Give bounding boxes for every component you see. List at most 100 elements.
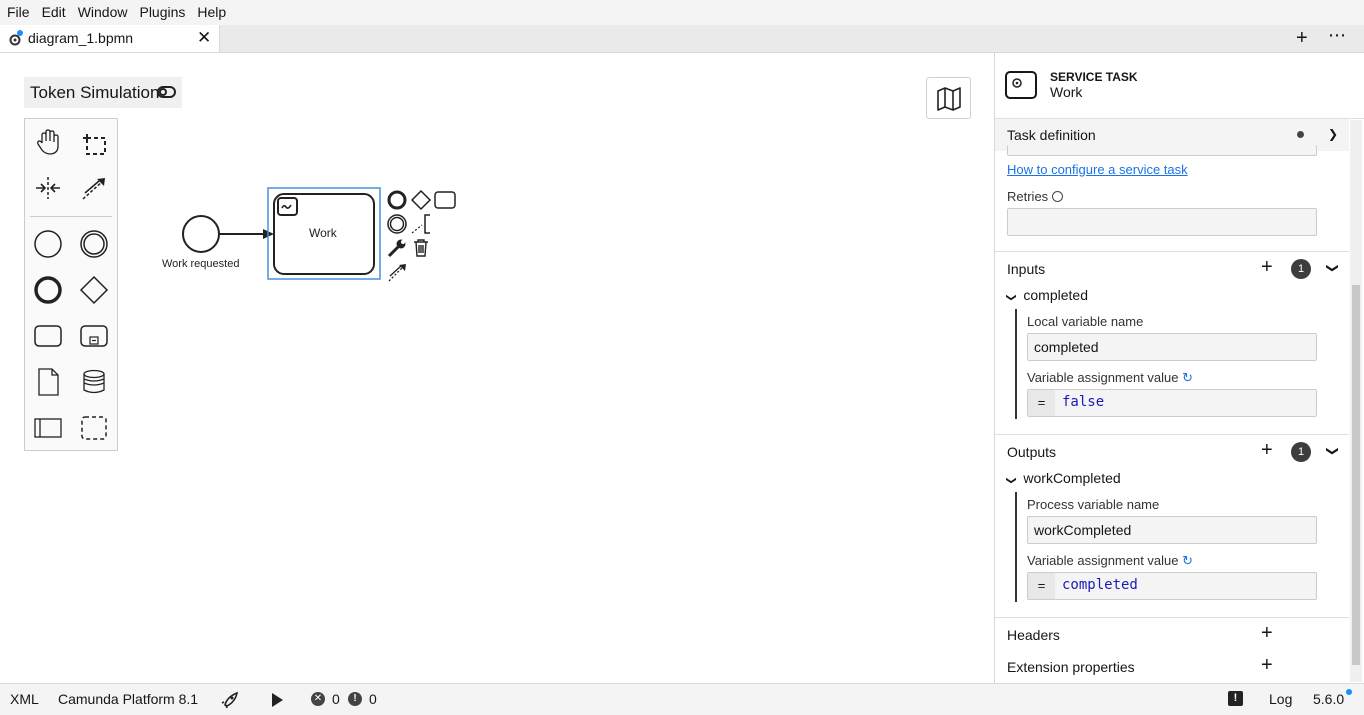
append-gateway-icon[interactable]: [410, 189, 432, 211]
append-text-annotation-icon[interactable]: [410, 213, 432, 235]
warnings-count[interactable]: 0: [369, 691, 377, 707]
append-end-event-icon[interactable]: [386, 189, 408, 211]
diagram-canvas[interactable]: Token Simulation Work requested Work: [0, 53, 994, 683]
assign-label: Variable assignment value ↻: [1027, 370, 1194, 385]
service-task-help-link[interactable]: How to configure a service task: [1007, 162, 1188, 177]
minimap-button[interactable]: [926, 77, 971, 119]
task-icon[interactable]: [33, 321, 63, 351]
scrollbar-thumb[interactable]: [1352, 285, 1360, 665]
feel-optional-icon: [1051, 191, 1063, 202]
close-tab-icon[interactable]: ✕: [197, 28, 211, 48]
group-title: Task definition: [1007, 127, 1096, 143]
menu-file[interactable]: File: [0, 0, 36, 25]
add-output-button[interactable]: +: [1261, 439, 1273, 462]
group-title: Outputs: [1007, 444, 1057, 460]
feel-icon: ↻: [1182, 553, 1194, 568]
retries-field[interactable]: [1007, 208, 1317, 236]
group-title: Headers: [1007, 627, 1060, 643]
log-button[interactable]: Log: [1269, 691, 1292, 707]
inputs-count-badge: 1: [1291, 259, 1311, 279]
lasso-tool-icon[interactable]: [79, 127, 109, 157]
map-icon: [937, 87, 961, 111]
data-marker-icon: [1297, 131, 1304, 138]
task-type-field[interactable]: [1007, 145, 1317, 156]
chevron-down-icon: ❯: [1005, 476, 1017, 485]
xml-button[interactable]: XML: [10, 691, 39, 707]
task-label: Work: [309, 226, 337, 240]
intermediate-event-icon[interactable]: [79, 229, 109, 259]
status-bar: XML Camunda Platform 8.1 ✕ 0 ! 0 ! Log 5…: [0, 683, 1364, 715]
separator: [995, 617, 1349, 618]
group-headers[interactable]: Headers +: [995, 619, 1349, 651]
connect-icon[interactable]: [386, 261, 408, 283]
process-var-label: Process variable name: [1027, 497, 1160, 512]
token-simulation-label: Token Simulation: [30, 82, 160, 102]
data-object-icon[interactable]: [33, 367, 63, 397]
delete-trash-icon[interactable]: [410, 237, 432, 259]
more-options-button[interactable]: ⋯: [1328, 25, 1347, 46]
feedback-icon[interactable]: !: [1228, 691, 1243, 706]
group-outputs[interactable]: Outputs + 1 ❯: [995, 436, 1349, 468]
assign-feel-field[interactable]: = false: [1027, 389, 1317, 417]
change-type-wrench-icon[interactable]: [386, 237, 408, 259]
chevron-down-icon[interactable]: ❯: [1326, 263, 1340, 273]
platform-selector[interactable]: Camunda Platform 8.1: [58, 691, 198, 707]
separator: [995, 434, 1349, 435]
feel-icon: ↻: [1182, 370, 1194, 385]
append-task-icon[interactable]: [434, 189, 456, 211]
errors-icon: ✕: [311, 692, 325, 706]
process-var-field[interactable]: workCompleted: [1027, 516, 1317, 544]
chevron-down-icon[interactable]: ❯: [1326, 446, 1340, 456]
deploy-rocket-icon[interactable]: [221, 691, 241, 709]
group-extension-properties[interactable]: Extension properties +: [995, 651, 1349, 683]
properties-header: SERVICE TASK Work: [995, 53, 1364, 119]
element-type: SERVICE TASK: [1050, 70, 1138, 84]
nesting-line: [1015, 492, 1017, 602]
tool-palette: [24, 118, 118, 451]
menu-help[interactable]: Help: [191, 0, 232, 25]
append-intermediate-event-icon[interactable]: [386, 213, 408, 235]
version-label[interactable]: 5.6.0: [1313, 691, 1344, 707]
update-dot: [1346, 689, 1352, 695]
chevron-down-icon[interactable]: ❯: [1328, 127, 1338, 141]
assign-feel-field[interactable]: = completed: [1027, 572, 1317, 600]
tab-bar: diagram_1.bpmn ✕ + ⋯: [0, 25, 1364, 53]
start-event[interactable]: [182, 215, 220, 253]
separator: [995, 251, 1349, 252]
element-name: Work: [1050, 84, 1083, 100]
properties-scrollbar[interactable]: [1350, 120, 1362, 682]
group-inputs[interactable]: Inputs + 1 ❯: [995, 253, 1349, 285]
new-tab-button[interactable]: +: [1296, 27, 1308, 50]
menu-plugins[interactable]: Plugins: [133, 0, 191, 25]
hand-tool-icon[interactable]: [33, 127, 63, 157]
warnings-icon: !: [348, 692, 362, 706]
retries-label: Retries: [1007, 189, 1063, 204]
local-var-field[interactable]: completed: [1027, 333, 1317, 361]
subprocess-icon[interactable]: [79, 321, 109, 351]
toggle-icon: [157, 86, 176, 98]
start-instance-play-icon[interactable]: [270, 692, 284, 708]
gateway-icon[interactable]: [79, 275, 109, 305]
global-connect-tool-icon[interactable]: [79, 173, 109, 203]
add-header-button[interactable]: +: [1261, 622, 1273, 645]
group-title: Inputs: [1007, 261, 1046, 277]
tab-title: diagram_1.bpmn: [28, 30, 134, 46]
add-extension-button[interactable]: +: [1261, 654, 1273, 677]
data-store-icon[interactable]: [79, 367, 109, 397]
feel-value: completed: [1062, 577, 1138, 593]
errors-count[interactable]: 0: [332, 691, 340, 707]
menu-edit[interactable]: Edit: [36, 0, 72, 25]
add-input-button[interactable]: +: [1261, 256, 1273, 279]
space-tool-icon[interactable]: [33, 173, 63, 203]
feel-eq: =: [1028, 573, 1055, 599]
pool-icon[interactable]: [33, 413, 63, 443]
token-simulation-toggle[interactable]: Token Simulation: [24, 77, 182, 108]
start-event-icon[interactable]: [33, 229, 63, 259]
tab-diagram[interactable]: diagram_1.bpmn ✕: [0, 25, 220, 52]
end-event-icon[interactable]: [33, 275, 63, 305]
group-icon[interactable]: [79, 413, 109, 443]
input-item-header[interactable]: ❯ completed: [1006, 287, 1088, 303]
menu-window[interactable]: Window: [72, 0, 134, 25]
nesting-line: [1015, 309, 1017, 419]
output-item-header[interactable]: ❯ workCompleted: [1005, 470, 1121, 486]
